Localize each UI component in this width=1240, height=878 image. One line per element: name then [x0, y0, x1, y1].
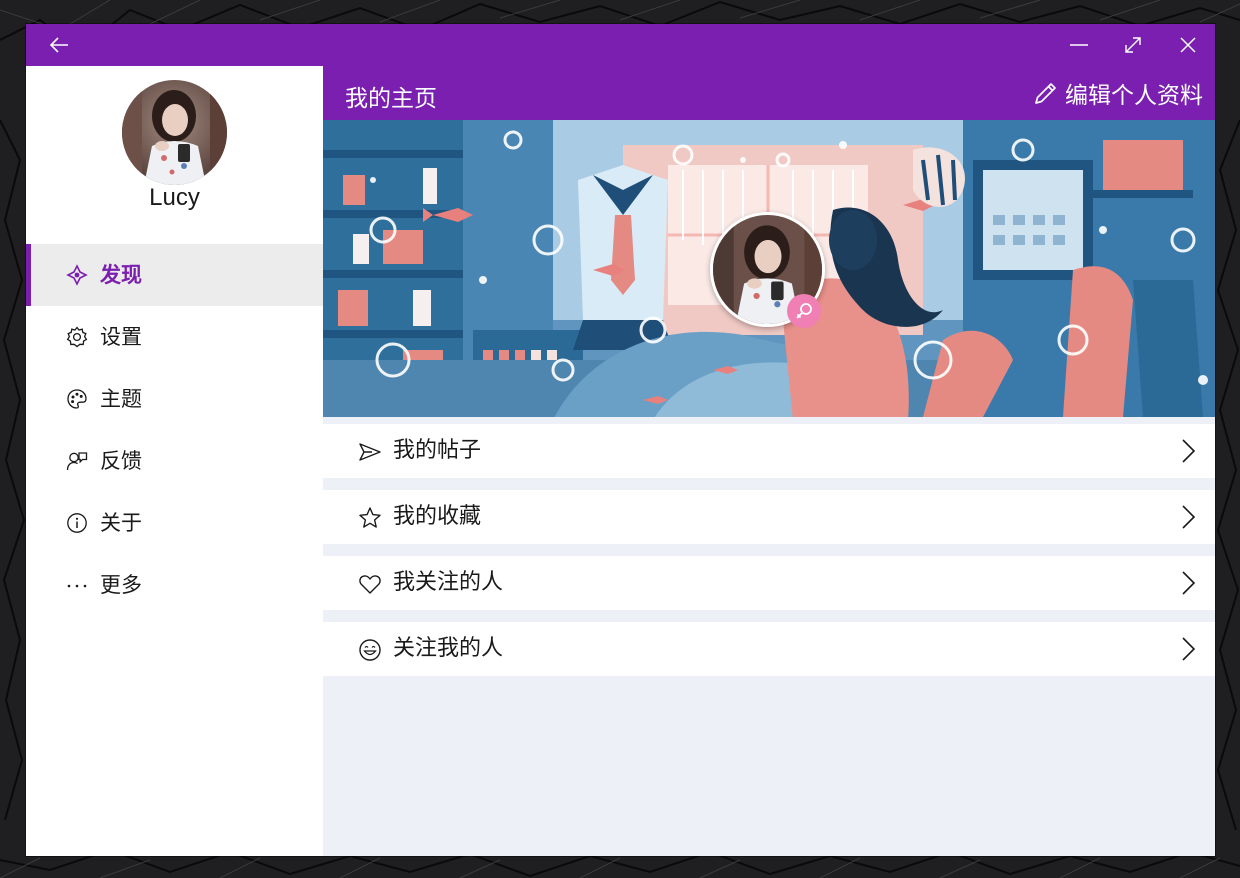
chevron-right-icon — [1182, 505, 1196, 529]
title-bar — [26, 24, 1215, 66]
sidebar-item-label: 主题 — [100, 387, 142, 411]
sidebar-item-label: 发现 — [100, 263, 142, 287]
sidebar-item-label: 更多 — [100, 573, 142, 597]
compass-icon — [66, 264, 88, 286]
maximize-icon — [1125, 37, 1141, 53]
list-item-label: 我的收藏 — [393, 504, 482, 529]
info-icon — [66, 512, 88, 534]
sidebar-item-label: 关于 — [100, 511, 142, 535]
sidebar-item-settings[interactable]: 设置 — [26, 306, 323, 368]
minimize-icon — [1070, 44, 1088, 46]
gear-icon — [66, 326, 88, 348]
sidebar-item-discover[interactable]: 发现 — [26, 244, 323, 306]
heart-icon — [357, 571, 383, 597]
sidebar-item-about[interactable]: 关于 — [26, 492, 323, 554]
more-icon — [66, 574, 88, 596]
chevron-right-icon — [1182, 637, 1196, 661]
sidebar-item-label: 反馈 — [100, 449, 142, 473]
sidebar-item-more[interactable]: 更多 — [26, 554, 323, 616]
sidebar-item-label: 设置 — [100, 325, 142, 349]
app-window: Lucy 发现 设置 主题 反馈 关于 更多 我的主页 编辑个人资料 我的帖子 … — [26, 24, 1215, 856]
feedback-icon — [66, 450, 88, 472]
page-header: 我的主页 编辑个人资料 — [323, 66, 1215, 120]
smile-icon — [357, 637, 383, 663]
avatar-image — [122, 80, 227, 185]
sidebar: Lucy 发现 设置 主题 反馈 关于 更多 — [26, 66, 323, 856]
pencil-icon — [1035, 83, 1056, 104]
sidebar-item-feedback[interactable]: 反馈 — [26, 430, 323, 492]
profile-banner — [323, 120, 1215, 417]
list-item-label: 关注我的人 — [393, 636, 504, 661]
list-item-followers[interactable]: 关注我的人 — [323, 622, 1215, 676]
profile-menu-list: 我的帖子 我的收藏 我关注的人 关注我的人 — [323, 424, 1215, 688]
star-icon — [357, 505, 383, 531]
palette-icon — [66, 388, 88, 410]
page-title: 我的主页 — [345, 86, 437, 112]
arrow-left-icon — [49, 37, 68, 53]
main-pane: 我的主页 编辑个人资料 我的帖子 我的收藏 我关注的人 关注我的人 — [323, 66, 1215, 856]
send-icon — [357, 439, 383, 465]
edit-profile-button[interactable]: 编辑个人资料 — [1033, 77, 1203, 109]
close-icon — [1180, 37, 1196, 53]
list-item-my-posts[interactable]: 我的帖子 — [323, 424, 1215, 478]
user-name: Lucy — [149, 184, 200, 211]
avatar[interactable] — [122, 80, 227, 185]
minimize-button[interactable] — [1056, 24, 1102, 66]
chevron-right-icon — [1182, 439, 1196, 463]
list-item-my-favorites[interactable]: 我的收藏 — [323, 490, 1215, 544]
back-button[interactable] — [36, 24, 82, 66]
maximize-button[interactable] — [1110, 24, 1156, 66]
list-item-label: 我关注的人 — [393, 570, 504, 595]
sidebar-item-theme[interactable]: 主题 — [26, 368, 323, 430]
female-icon — [787, 294, 821, 328]
chevron-right-icon — [1182, 571, 1196, 595]
nav-menu: 发现 设置 主题 反馈 关于 更多 — [26, 244, 323, 616]
active-indicator — [26, 244, 31, 306]
list-item-label: 我的帖子 — [393, 438, 482, 463]
close-button[interactable] — [1165, 24, 1211, 66]
list-item-following[interactable]: 我关注的人 — [323, 556, 1215, 610]
edit-profile-label: 编辑个人资料 — [1065, 83, 1203, 109]
